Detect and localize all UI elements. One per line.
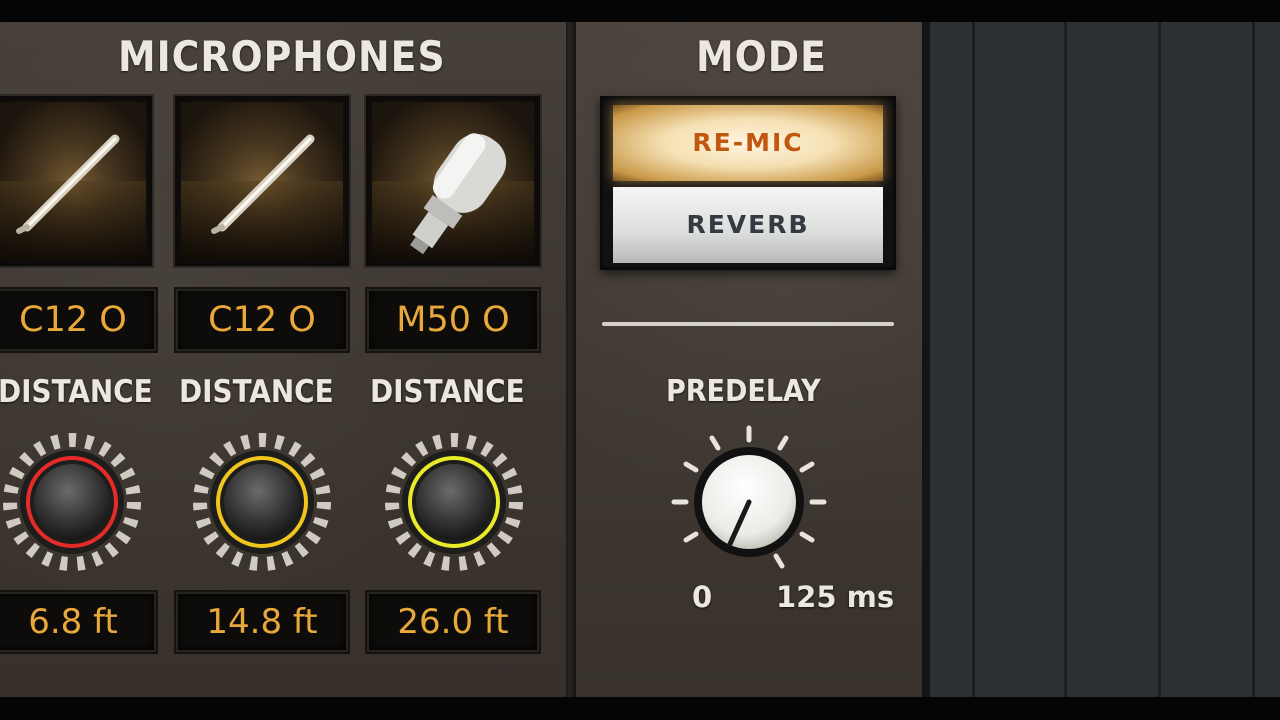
ribbon-mic-icon: [16, 134, 120, 234]
distance-label-3: DISTANCE: [370, 374, 525, 410]
distance-value-2[interactable]: 14.8 ft: [176, 592, 348, 652]
track-separator: [1252, 22, 1255, 697]
predelay-min-label: 0: [692, 580, 713, 614]
distance-knob-2[interactable]: [182, 426, 342, 582]
re-mic-button[interactable]: RE-MIC: [613, 105, 883, 181]
mode-selector: RE-MIC REVERB: [600, 96, 896, 270]
top-letterbox: [0, 0, 1280, 22]
panel-edge: [922, 22, 930, 697]
mic-model-display-1[interactable]: C12 O: [0, 289, 156, 351]
predelay-max-label: 125 ms: [776, 580, 895, 614]
reverb-button[interactable]: REVERB: [613, 187, 883, 263]
track-area: [930, 22, 1280, 697]
microphones-title: MICROPHONES: [118, 32, 446, 81]
predelay-label: PREDELAY: [666, 374, 821, 409]
distance-label-2: DISTANCE: [179, 374, 334, 410]
mic-tile-2[interactable]: [175, 96, 349, 266]
distance-value-3[interactable]: 26.0 ft: [367, 592, 539, 652]
distance-knob-1[interactable]: [0, 426, 152, 582]
distance-knob-3[interactable]: [374, 426, 534, 582]
track-separator: [972, 22, 975, 697]
ribbon-mic-icon: [211, 134, 315, 234]
distance-value-1[interactable]: 6.8 ft: [0, 592, 156, 652]
mic-tile-1[interactable]: [0, 96, 152, 266]
panel-divider: [566, 22, 576, 697]
mode-title: MODE: [696, 32, 827, 81]
distance-label-1: DISTANCE: [0, 374, 153, 410]
bottom-letterbox: [0, 697, 1280, 720]
mic-tile-3[interactable]: [366, 96, 540, 266]
predelay-knob[interactable]: [664, 420, 834, 590]
condenser-mic-icon: [410, 133, 507, 255]
mic-model-display-2[interactable]: C12 O: [176, 289, 348, 351]
track-separator: [1158, 22, 1161, 697]
mic-model-display-3[interactable]: M50 O: [367, 289, 539, 351]
section-divider: [602, 322, 894, 326]
track-separator: [1064, 22, 1067, 697]
